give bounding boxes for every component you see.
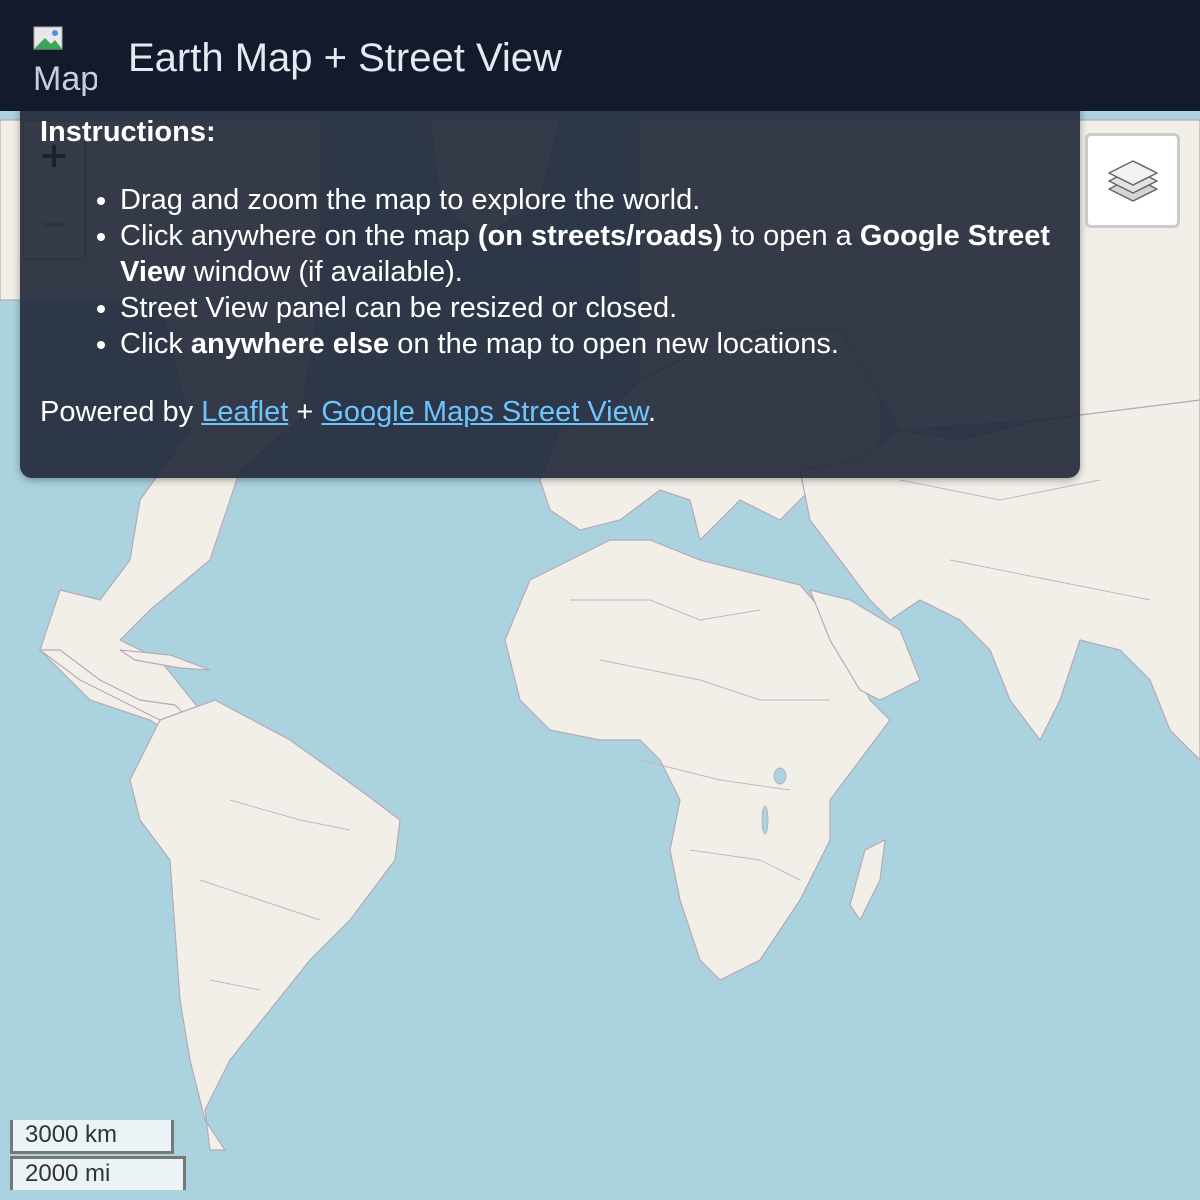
leaflet-link[interactable]: Leaflet [201, 396, 288, 428]
scale-mi: 2000 mi [10, 1156, 186, 1190]
instructions-list: Drag and zoom the map to explore the wor… [40, 182, 1060, 362]
period-text: . [648, 396, 657, 428]
list-item-text: to open a [722, 220, 860, 252]
list-item-text: Street View panel can be resized or clos… [120, 292, 678, 324]
list-item-bold: (on streets/roads) [477, 220, 723, 252]
page-title: Earth Map + Street View [128, 36, 562, 80]
scale-km: 3000 km [10, 1120, 174, 1154]
map-scale: 3000 km 2000 mi [10, 1120, 186, 1190]
list-item: Street View panel can be resized or clos… [120, 290, 1060, 326]
list-item: Drag and zoom the map to explore the wor… [120, 182, 1060, 218]
plus-text: + [288, 396, 322, 428]
list-item: Click anywhere on the map (on streets/ro… [120, 218, 1060, 290]
logo: Map [33, 26, 97, 96]
list-item-text: window (if available). [185, 256, 463, 288]
app-header: Map Earth Map + Street View [0, 0, 1200, 111]
instructions-panel: Instructions: Drag and zoom the map to e… [20, 66, 1080, 478]
list-item-text: Click anywhere on the map [120, 220, 478, 252]
list-item-text: Drag and zoom the map to explore the wor… [120, 184, 701, 216]
powered-by: Powered by Leaflet + Google Maps Street … [40, 394, 1060, 430]
broken-image-icon [33, 26, 63, 50]
google-street-view-link[interactable]: Google Maps Street View [321, 396, 648, 428]
instructions-heading: Instructions: [40, 116, 216, 148]
list-item-text: on the map to open new locations. [389, 328, 839, 360]
list-item: Click anywhere else on the map to open n… [120, 326, 1060, 362]
list-item-text: Click [120, 328, 191, 360]
layers-button[interactable] [1085, 133, 1180, 228]
list-item-bold: anywhere else [190, 328, 390, 360]
powered-by-text: Powered by [40, 396, 202, 428]
logo-alt-text: Map [33, 60, 97, 96]
layers-icon [1107, 159, 1158, 202]
